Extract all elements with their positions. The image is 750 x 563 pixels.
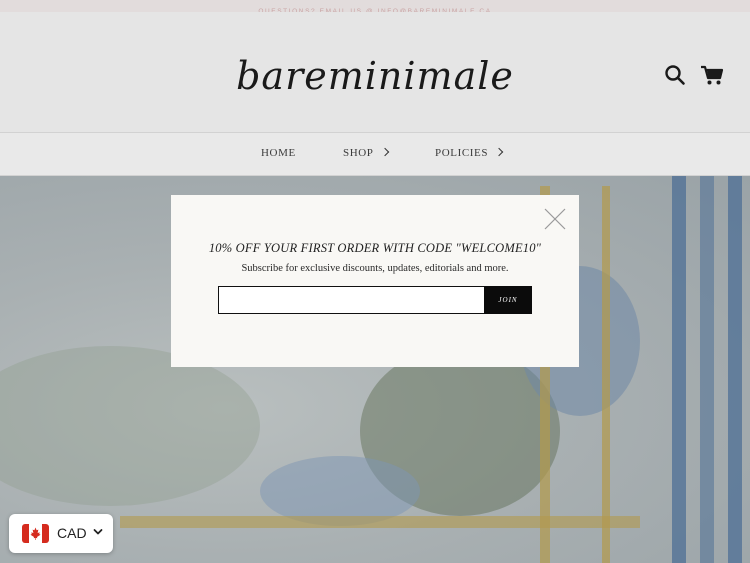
site-header: bareminimale — [0, 12, 750, 132]
nav-item-label: SHOP — [343, 147, 374, 159]
cart-icon[interactable] — [700, 64, 724, 86]
nav-item-shop[interactable]: SHOP — [343, 133, 389, 176]
currency-code: CAD — [57, 525, 87, 541]
chevron-right-icon — [494, 147, 504, 157]
close-icon[interactable] — [544, 208, 566, 230]
main-navigation: HOME SHOP POLICIES — [0, 132, 750, 176]
painting-frame-bottom — [120, 516, 640, 528]
popup-subtitle: Subscribe for exclusive discounts, updat… — [241, 263, 509, 274]
nav-item-policies[interactable]: POLICIES — [435, 133, 504, 176]
join-button[interactable]: JOIN — [484, 286, 532, 314]
popup-title: 10% OFF YOUR FIRST ORDER WITH CODE "WELC… — [208, 241, 542, 255]
chevron-down-icon — [93, 529, 103, 535]
currency-selector[interactable]: CAD — [9, 514, 113, 553]
site-logo[interactable]: bareminimale — [0, 54, 750, 98]
nav-item-home[interactable]: HOME — [261, 133, 296, 176]
canada-flag-icon — [22, 524, 49, 543]
search-icon[interactable] — [664, 64, 686, 86]
chevron-right-icon — [380, 147, 389, 157]
announcement-bar: QUESTIONS? EMAIL US @ INFO@BAREMINIMALE.… — [0, 0, 750, 15]
nav-item-label: HOME — [261, 147, 296, 159]
newsletter-popup: 10% OFF YOUR FIRST ORDER WITH CODE "WELC… — [171, 195, 579, 367]
email-field[interactable] — [218, 286, 485, 314]
nav-item-label: POLICIES — [435, 147, 489, 159]
